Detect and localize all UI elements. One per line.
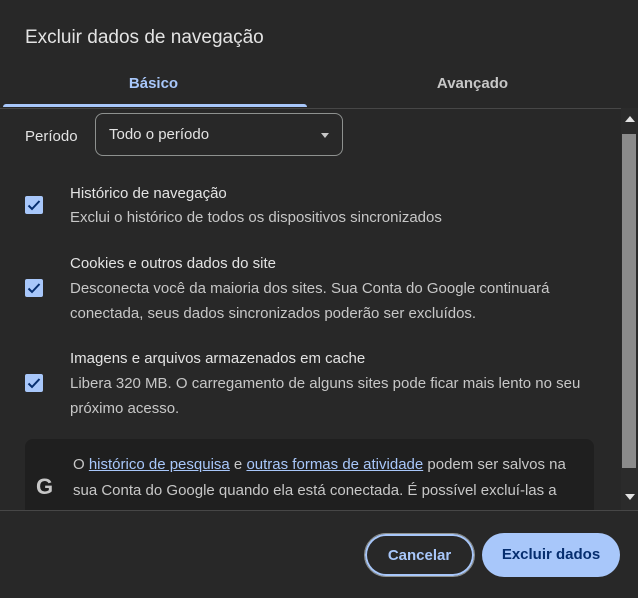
search-history-link[interactable]: histórico de pesquisa [89, 456, 230, 473]
period-label: Período [25, 128, 78, 145]
dialog-footer: Cancelar Excluir dados [0, 510, 638, 598]
tab-basic[interactable]: Básico [0, 60, 307, 108]
dialog-title: Excluir dados de navegação [25, 27, 264, 48]
info-text-middle: e [229, 456, 247, 473]
period-select[interactable]: Todo o período [95, 113, 343, 156]
cookies-description: Desconecta você da maioria dos sites. Su… [70, 280, 550, 322]
checkmark-icon [27, 200, 41, 211]
dropdown-arrow-icon [321, 133, 329, 138]
clear-browsing-data-dialog: Excluir dados de navegação Básico Avança… [0, 0, 638, 598]
tab-advanced[interactable]: Avançado [307, 60, 638, 108]
period-select-value: Todo o período [109, 126, 210, 143]
google-account-info-box: G O histórico de pesquisa e outras forma… [25, 439, 594, 510]
scroll-up-arrow-icon[interactable] [625, 116, 635, 122]
scroll-down-arrow-icon[interactable] [625, 494, 635, 500]
browsing-history-title: Histórico de navegação [70, 185, 227, 202]
other-activity-link[interactable]: outras formas de atividade [246, 456, 423, 473]
info-text: O histórico de pesquisa e outras formas … [73, 452, 583, 510]
cookies-title: Cookies e outros dados do site [70, 255, 276, 272]
cache-title: Imagens e arquivos armazenados em cache [70, 350, 366, 367]
browsing-history-description: Exclui o histórico de todos os dispositi… [70, 209, 442, 226]
delete-data-button[interactable]: Excluir dados [482, 533, 620, 577]
checkmark-icon [27, 378, 41, 389]
cache-description: Libera 320 MB. O carregamento de alguns … [70, 375, 581, 417]
scrollbar-thumb[interactable] [622, 134, 636, 468]
info-text-prefix: O [73, 456, 89, 473]
checkmark-icon [27, 283, 41, 294]
browsing-history-checkbox[interactable] [25, 196, 43, 214]
content-scrollbar[interactable] [621, 108, 638, 510]
cookies-checkbox[interactable] [25, 279, 43, 297]
google-g-icon: G [36, 474, 54, 499]
cache-checkbox[interactable] [25, 374, 43, 392]
cancel-button[interactable]: Cancelar [364, 533, 475, 577]
tab-bar: Básico Avançado [0, 60, 638, 109]
active-tab-indicator [3, 104, 307, 107]
dialog-content: Período Todo o período Histórico de nave… [0, 108, 620, 510]
